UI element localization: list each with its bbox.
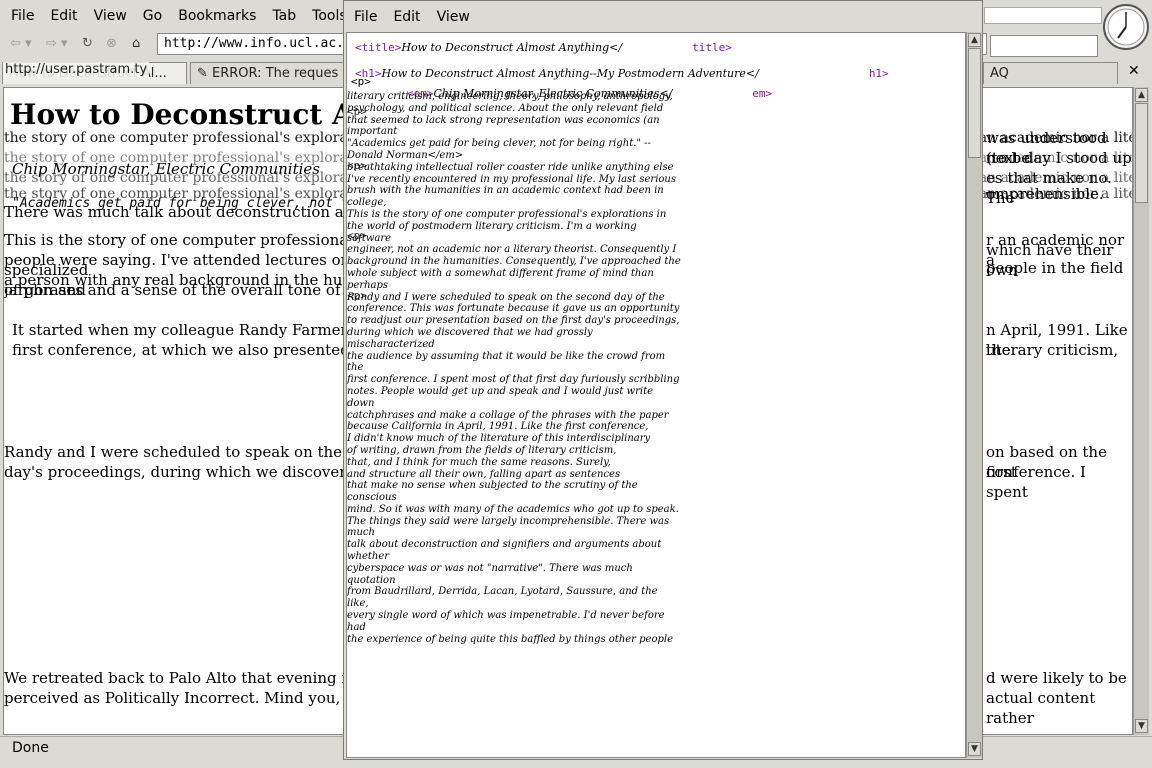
source-p-tag: <p> [351, 75, 371, 88]
source-line: conference. This was fortunate because i… [347, 303, 680, 315]
source-line: the experience of being quite this baffl… [347, 633, 674, 645]
source-line: every single word of which was impenetra… [347, 610, 665, 633]
source-line: I've recently encountered in my professi… [347, 173, 676, 185]
source-line: "Academics get paid for being clever, no… [347, 138, 651, 150]
source-line: psychology, and political science. About… [347, 102, 664, 114]
source-line: brush with the humanities in an academic… [347, 185, 664, 209]
source-line: background in the humanities. Consequent… [347, 256, 681, 268]
source-line: breathtaking intellectual roller coaster… [347, 161, 674, 173]
source-line: first conference. I spent most of that f… [347, 374, 680, 386]
tag-text: <title> [355, 41, 402, 54]
menu-file[interactable]: File [3, 8, 42, 24]
source-line: mind. So it was with many of the academi… [347, 503, 679, 515]
byline: Chip Morningstar, Electric Communities [12, 160, 320, 178]
menu-tab[interactable]: Tab [264, 8, 304, 24]
source-content: <title>How to Deconstruct Almost Anythin… [346, 32, 966, 758]
paragraph-line: literary criticism, [986, 341, 1119, 359]
tag-text: title> [692, 41, 732, 54]
scrollbar-thumb[interactable] [968, 48, 981, 158]
page-title: How to Deconstruct Alm [10, 98, 395, 131]
paragraph-line: actual content rather [986, 689, 1096, 727]
tag-content: How to Deconstruct Almost Anything</ [401, 41, 623, 54]
view-source-window: File Edit View <title>How to Deconstruct… [343, 0, 983, 760]
source-line: catchphrases and make a collage of the p… [347, 409, 669, 421]
menu-go[interactable]: Go [135, 8, 170, 24]
search-input[interactable] [990, 35, 1098, 57]
source-line: that seemed to lack strong representatio… [347, 114, 660, 138]
source-line: whole subject with a somewhat different … [347, 267, 654, 291]
tab-faq[interactable]: AQ [983, 62, 1118, 84]
scroll-up-arrow-icon[interactable]: ▲ [968, 33, 981, 47]
menu-file[interactable]: File [346, 9, 385, 25]
scrollbar-thumb[interactable] [1135, 103, 1148, 203]
source-line: during which we discovered that we had g… [347, 326, 593, 350]
status-text: Done [12, 740, 49, 756]
source-line: of writing, drawn from the fields of lit… [347, 444, 617, 456]
edit-icon: ✎ [197, 66, 213, 81]
source-line: I didn't know much of the literature of … [347, 433, 651, 445]
tag-text: em> [752, 87, 773, 100]
source-line: from Baudrillard, Derrida, Lacan, Lyotar… [347, 586, 658, 610]
tab-label: AQ [990, 66, 1009, 81]
scroll-down-arrow-icon[interactable]: ▼ [968, 742, 981, 756]
link-tooltip: http://user.pastram.ty [3, 62, 150, 77]
page-scrollbar[interactable]: ▲ ▼ [1133, 87, 1149, 735]
close-tab-icon[interactable]: ✕ [1128, 63, 1140, 79]
paragraph-line: d were likely to be [986, 669, 1127, 687]
source-line: Randy and I were scheduled to speak on t… [347, 291, 665, 303]
source-title-line: <title>How to Deconstruct Almost Anythin… [355, 41, 732, 54]
source-line: because California in April, 1991. Like … [347, 421, 649, 433]
tab-error[interactable]: ✎ ERROR: The reques [190, 62, 345, 84]
forward-arrow-icon[interactable]: ⇨ ▾ [46, 36, 68, 51]
source-line: literary criticism, engineering, theory,… [347, 91, 673, 102]
tag-content: How to Deconstruct Almost Anything--My P… [381, 67, 759, 80]
source-line: cyberspace was or was not "narrative". T… [347, 562, 633, 586]
menu-view[interactable]: View [86, 8, 135, 24]
menu-edit[interactable]: Edit [385, 9, 428, 25]
source-line: This is the story of one computer profes… [347, 208, 667, 220]
back-arrow-icon[interactable]: ⇦ ▾ [10, 36, 32, 51]
source-line: notes. People would get up and speak and… [347, 385, 654, 409]
reload-icon[interactable]: ↻ [82, 36, 93, 51]
scroll-up-arrow-icon[interactable]: ▲ [1135, 88, 1148, 102]
tag-text: h1> [868, 67, 889, 80]
source-line: the audience by assuming that it would b… [347, 350, 666, 374]
paragraph-line: omprehensible. [986, 185, 1104, 203]
menu-view[interactable]: View [429, 9, 478, 25]
tab-label: ERROR: The reques [212, 66, 339, 81]
stop-icon[interactable]: ⊗ [106, 36, 117, 51]
scroll-down-arrow-icon[interactable]: ▼ [1135, 719, 1148, 733]
source-line: engineer, not an academic nor a literary… [347, 244, 677, 256]
source-menubar: File Edit View [346, 3, 478, 31]
paragraph-line: next day I stood up [986, 149, 1132, 167]
source-line: the world of postmodern literary critici… [347, 220, 637, 244]
source-text-block: literary criticism, engineering, theory,… [347, 91, 682, 645]
source-line: that, and I think for much the same reas… [347, 456, 611, 468]
browser-menubar: File Edit View Go Bookmarks Tab Tools [3, 2, 355, 30]
menu-edit[interactable]: Edit [42, 8, 85, 24]
source-h1-line: <h1>How to Deconstruct Almost Anything--… [355, 67, 889, 80]
menu-bookmarks[interactable]: Bookmarks [170, 8, 264, 24]
source-line: that make no sense when subjected to the… [347, 480, 638, 504]
home-icon[interactable]: ⌂ [132, 36, 140, 51]
source-line: Donald Norman</em> [347, 149, 464, 161]
source-scrollbar[interactable]: ▲ ▼ [966, 32, 982, 758]
menubar-right-field [984, 7, 1102, 24]
source-line: to readjust our presentation based on th… [347, 315, 680, 327]
source-line: The things they said were largely incomp… [347, 515, 670, 539]
paragraph-line: people in the field [986, 259, 1124, 277]
source-line: talk about deconstruction and signifiers… [347, 539, 662, 563]
paragraph-line: conference. I spent [986, 463, 1086, 501]
source-line: and structure all their own, falling apa… [347, 468, 621, 480]
